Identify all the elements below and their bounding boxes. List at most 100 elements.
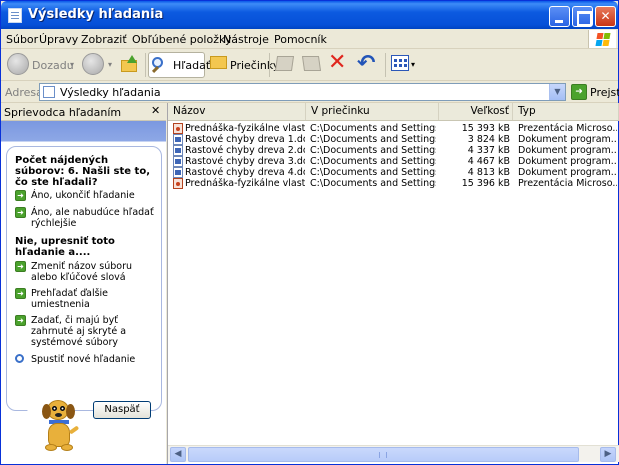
- cell-name: Rastové chyby dreva 3.doc: [185, 156, 305, 167]
- menu-favorites[interactable]: Obľúbené položky: [132, 33, 231, 46]
- option-faster-next-time[interactable]: ➜ Áno, ale nabudúce hľadať rýchlejšie: [15, 207, 161, 229]
- column-header-size[interactable]: Veľkosť: [439, 103, 513, 120]
- table-row[interactable]: Prednáška-fyzikálne vlastnost... C:\Docum…: [168, 178, 619, 189]
- menu-tools[interactable]: Nástroje: [223, 33, 269, 46]
- undo-icon[interactable]: ↶: [357, 53, 375, 75]
- search-results-icon: [43, 86, 55, 98]
- move-to-icon[interactable]: [274, 56, 295, 71]
- magnifier-icon: [15, 354, 24, 363]
- back-button[interactable]: Dozadu: [32, 59, 74, 72]
- minimize-button[interactable]: [549, 6, 570, 27]
- maximize-button[interactable]: [572, 6, 593, 27]
- back-dropdown-icon[interactable]: ▾: [70, 60, 74, 69]
- scroll-left-icon[interactable]: ◀: [170, 447, 186, 462]
- refine-heading: Nie, upresniť toto hľadanie a....: [15, 236, 115, 258]
- menu-view[interactable]: Zobraziť: [81, 33, 127, 46]
- cell-name: Rastové chyby dreva 1.doc: [185, 134, 305, 145]
- column-header-type[interactable]: Typ: [513, 103, 619, 120]
- pane-title: Sprievodca hľadaním: [4, 106, 122, 119]
- forward-arrow-icon[interactable]: [82, 53, 104, 75]
- back-step-button[interactable]: Naspäť: [93, 401, 151, 419]
- explorer-window: Výsledky hľadania ✕ Súbor Úpravy Zobrazi…: [0, 0, 619, 465]
- cell-size: 4 813 kB: [467, 167, 510, 178]
- green-arrow-icon: ➜: [15, 288, 26, 299]
- horizontal-scrollbar[interactable]: ◀ ▶: [168, 445, 619, 462]
- search-button[interactable]: Hľadať: [148, 52, 210, 78]
- cell-size: 15 393 kB: [461, 123, 510, 134]
- pane-close-icon[interactable]: ✕: [151, 104, 160, 117]
- green-arrow-icon: ➜: [15, 261, 26, 272]
- scroll-right-icon[interactable]: ▶: [600, 447, 616, 462]
- new-search-link[interactable]: Spustiť nové hľadanie: [15, 354, 161, 365]
- scrollbar-thumb[interactable]: [188, 447, 579, 462]
- results-list: Názov V priečinku Veľkosť Typ Prednáška-…: [167, 103, 619, 464]
- cell-folder: C:\Documents and Settings\dan...: [310, 178, 436, 189]
- address-bar: Adresa Výsledky hľadania ▼ ➜ Prejsť: [1, 81, 619, 103]
- option-hidden-files[interactable]: ➜ Zadať, či majú byť zahrnuté aj skryté …: [15, 315, 161, 348]
- option-finish-search[interactable]: ➜ Áno, ukončiť hľadanie: [15, 190, 161, 201]
- option-change-name[interactable]: ➜ Zmeniť názov súboru alebo kľúčové slov…: [15, 261, 161, 283]
- column-header-name[interactable]: Názov: [168, 103, 306, 120]
- cell-folder: C:\Documents and Settings\dan...: [310, 145, 436, 156]
- cell-type: Dokument program...: [518, 145, 617, 156]
- menu-help[interactable]: Pomocník: [274, 33, 327, 46]
- menu-file[interactable]: Súbor: [6, 33, 38, 46]
- cell-name: Rastové chyby dreva 2.doc: [185, 145, 305, 156]
- cell-type: Prezentácia Microso...: [518, 123, 617, 134]
- search-results-window-icon: [8, 8, 22, 23]
- search-companion-pane: Sprievodca hľadaním ✕ Počet nájdených sú…: [1, 103, 166, 464]
- address-label: Adresa: [5, 86, 43, 99]
- go-arrow-icon[interactable]: ➜: [571, 84, 587, 100]
- column-header-folder[interactable]: V priečinku: [306, 103, 439, 120]
- copy-to-icon[interactable]: [301, 56, 322, 71]
- toolbar-separator: [269, 53, 270, 77]
- table-row[interactable]: Rastové chyby dreva 2.doc C:\Documents an…: [168, 145, 619, 156]
- toolbar: Dozadu ▾ ▾ Hľadať Priečinky ✕ ↶ ▾: [1, 49, 618, 81]
- table-row[interactable]: Rastové chyby dreva 1.doc C:\Documents an…: [168, 134, 619, 145]
- results-count-heading: Počet nájdených súborov: 6. Našli ste to…: [15, 155, 150, 188]
- cell-type: Dokument program...: [518, 134, 617, 145]
- option-more-locations[interactable]: ➜ Prehľadať ďalšie umiestnenia: [15, 288, 161, 310]
- table-row[interactable]: Prednáška-fyzikálne vlastnost... C:\Docum…: [168, 123, 619, 134]
- forward-dropdown-icon[interactable]: ▾: [108, 60, 112, 69]
- folders-button[interactable]: Priečinky: [230, 59, 279, 72]
- toolbar-separator: [145, 53, 146, 77]
- address-dropdown-icon[interactable]: ▼: [549, 84, 565, 100]
- delete-icon[interactable]: ✕: [328, 52, 346, 74]
- search-dog-mascot-icon[interactable]: [39, 398, 80, 453]
- close-button[interactable]: ✕: [595, 6, 616, 27]
- views-dropdown-icon[interactable]: ▾: [411, 60, 415, 69]
- cell-type: Prezentácia Microso...: [518, 178, 617, 189]
- powerpoint-file-icon: [173, 123, 183, 134]
- menu-edit[interactable]: Úpravy: [39, 33, 78, 46]
- speech-bubble: Počet nájdených súborov: 6. Našli ste to…: [6, 146, 162, 419]
- views-icon[interactable]: [391, 55, 409, 71]
- windows-logo-icon: [588, 30, 616, 48]
- toolbar-separator: [385, 53, 386, 77]
- up-folder-icon[interactable]: [121, 55, 139, 73]
- green-arrow-icon: ➜: [15, 190, 26, 201]
- go-button[interactable]: Prejsť: [590, 86, 619, 99]
- cell-size: 4 467 kB: [467, 156, 510, 167]
- cell-folder: C:\Documents and Settings\dan...: [310, 156, 436, 167]
- cell-type: Dokument program...: [518, 167, 617, 178]
- table-row[interactable]: Rastové chyby dreva 3.doc C:\Documents an…: [168, 156, 619, 167]
- back-arrow-icon[interactable]: [7, 53, 29, 75]
- cell-size: 3 824 kB: [467, 134, 510, 145]
- folders-icon[interactable]: [210, 56, 227, 69]
- menu-bar: Súbor Úpravy Zobraziť Obľúbené položky N…: [1, 29, 618, 49]
- table-row[interactable]: Rastové chyby dreva 4.doc C:\Documents an…: [168, 167, 619, 178]
- cell-type: Dokument program...: [518, 156, 617, 167]
- cell-size: 4 337 kB: [467, 145, 510, 156]
- address-field[interactable]: Výsledky hľadania ▼: [39, 83, 566, 101]
- cell-folder: C:\Documents and Settings\dan...: [310, 167, 436, 178]
- pane-header: Sprievodca hľadaním ✕: [1, 103, 166, 121]
- window-title: Výsledky hľadania: [28, 7, 164, 22]
- title-bar[interactable]: Výsledky hľadania ✕: [1, 1, 618, 29]
- word-document-icon: [173, 167, 183, 178]
- green-arrow-icon: ➜: [15, 315, 26, 326]
- cell-folder: C:\Documents and Settings\dan...: [310, 134, 436, 145]
- powerpoint-file-icon: [173, 178, 183, 189]
- list-header: Názov V priečinku Veľkosť Typ: [168, 103, 619, 121]
- pane-body: Počet nájdených súborov: 6. Našli ste to…: [1, 121, 166, 464]
